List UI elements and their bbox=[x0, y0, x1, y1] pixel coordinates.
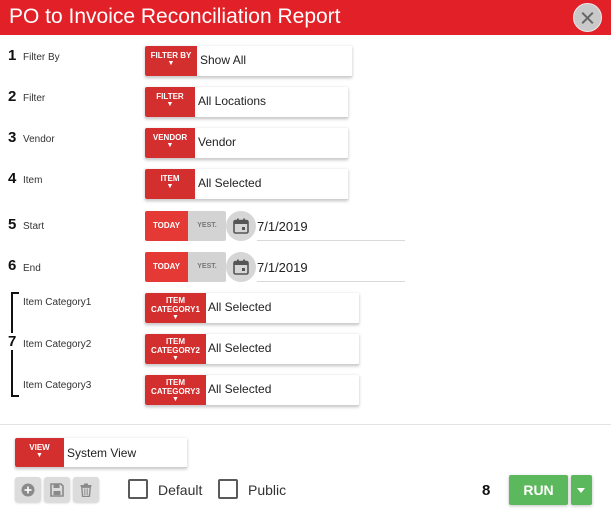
chevron-down-icon: ▼ bbox=[36, 452, 43, 459]
step-number-6: 6 bbox=[8, 257, 17, 274]
filter-field[interactable]: FILTER ▼ All Locations bbox=[145, 87, 348, 118]
vendor-value: Vendor bbox=[198, 135, 237, 149]
start-label: Start bbox=[23, 221, 45, 232]
item-label: Item bbox=[23, 175, 43, 186]
run-button[interactable]: RUN bbox=[509, 475, 568, 505]
filter-by-button[interactable]: FILTER BY ▼ bbox=[145, 46, 197, 76]
public-checkbox[interactable] bbox=[218, 479, 238, 499]
start-calendar-button[interactable] bbox=[226, 211, 256, 241]
plus-circle-icon bbox=[21, 483, 35, 497]
vendor-button[interactable]: VENDOR ▼ bbox=[145, 128, 195, 158]
filter-by-label: Filter By bbox=[23, 52, 60, 63]
end-today-button[interactable]: TODAY bbox=[145, 252, 188, 282]
item-value: All Selected bbox=[198, 176, 262, 190]
start-yesterday-button[interactable]: YEST. bbox=[188, 211, 226, 241]
vendor-field[interactable]: VENDOR ▼ Vendor bbox=[145, 128, 348, 159]
item-category1-field[interactable]: ITEM CATEGORY1 ▼ All Selected bbox=[145, 293, 359, 324]
step-number-5: 5 bbox=[8, 216, 17, 233]
report-title: PO to Invoice Reconciliation Report bbox=[9, 5, 341, 28]
view-value: System View bbox=[67, 446, 137, 460]
vendor-label: Vendor bbox=[23, 134, 55, 145]
view-field[interactable]: VIEW ▼ System View bbox=[15, 438, 187, 468]
end-calendar-button[interactable] bbox=[226, 252, 256, 282]
run-options-dropdown[interactable] bbox=[571, 475, 592, 505]
start-date-underline bbox=[257, 240, 405, 241]
calendar-icon bbox=[233, 218, 249, 234]
item-category3-label: Item Category3 bbox=[23, 380, 92, 391]
item-category1-value: All Selected bbox=[208, 300, 272, 314]
item-category3-button[interactable]: ITEM CATEGORY3 ▼ bbox=[145, 375, 206, 405]
default-checkbox-label: Default bbox=[158, 482, 203, 498]
close-icon[interactable] bbox=[573, 3, 602, 32]
end-yesterday-button[interactable]: YEST. bbox=[188, 252, 226, 282]
item-category3-value: All Selected bbox=[208, 382, 272, 396]
chevron-down-icon: ▼ bbox=[166, 101, 174, 108]
title-bar: PO to Invoice Reconciliation Report bbox=[0, 0, 611, 35]
save-view-button[interactable] bbox=[44, 477, 70, 502]
filter-value: All Locations bbox=[198, 94, 267, 108]
step-number-7: 7 bbox=[7, 333, 18, 350]
calendar-icon bbox=[233, 259, 249, 275]
end-date-value[interactable]: 7/1/2019 bbox=[257, 260, 308, 275]
item-field[interactable]: ITEM ▼ All Selected bbox=[145, 169, 348, 200]
start-date-value[interactable]: 7/1/2019 bbox=[257, 219, 308, 234]
chevron-down-icon: ▼ bbox=[172, 314, 179, 321]
trash-icon bbox=[80, 483, 92, 497]
public-checkbox-label: Public bbox=[248, 482, 287, 498]
item-button[interactable]: ITEM ▼ bbox=[145, 169, 195, 199]
filter-label: Filter bbox=[23, 93, 46, 104]
chevron-down-icon: ▼ bbox=[166, 183, 174, 190]
item-category1-label: Item Category1 bbox=[23, 297, 92, 308]
end-date-underline bbox=[257, 281, 405, 282]
start-today-button[interactable]: TODAY bbox=[145, 211, 188, 241]
add-view-button[interactable] bbox=[15, 477, 41, 502]
step-number-2: 2 bbox=[8, 88, 17, 105]
footer-divider bbox=[0, 424, 611, 425]
step-number-4: 4 bbox=[8, 170, 17, 187]
item-category2-label: Item Category2 bbox=[23, 339, 92, 350]
item-category2-field[interactable]: ITEM CATEGORY2 ▼ All Selected bbox=[145, 334, 359, 365]
delete-view-button[interactable] bbox=[73, 477, 99, 502]
filter-button[interactable]: FILTER ▼ bbox=[145, 87, 195, 117]
step-number-8: 8 bbox=[482, 482, 491, 499]
end-label: End bbox=[23, 263, 41, 274]
chevron-down-icon: ▼ bbox=[172, 396, 179, 403]
item-category2-value: All Selected bbox=[208, 341, 272, 355]
chevron-down-icon: ▼ bbox=[167, 60, 175, 67]
view-button[interactable]: VIEW ▼ bbox=[15, 438, 64, 467]
item-category3-field[interactable]: ITEM CATEGORY3 ▼ All Selected bbox=[145, 375, 359, 406]
step-number-1: 1 bbox=[8, 47, 17, 64]
filter-by-field[interactable]: FILTER BY ▼ Show All bbox=[145, 46, 352, 77]
chevron-down-icon: ▼ bbox=[166, 142, 174, 149]
default-checkbox[interactable] bbox=[128, 479, 148, 499]
step-number-3: 3 bbox=[8, 129, 17, 146]
floppy-disk-icon bbox=[50, 483, 64, 497]
chevron-down-icon: ▼ bbox=[172, 355, 179, 362]
item-category1-button[interactable]: ITEM CATEGORY1 ▼ bbox=[145, 293, 206, 323]
item-category2-button[interactable]: ITEM CATEGORY2 ▼ bbox=[145, 334, 206, 364]
filter-by-value: Show All bbox=[200, 53, 247, 67]
